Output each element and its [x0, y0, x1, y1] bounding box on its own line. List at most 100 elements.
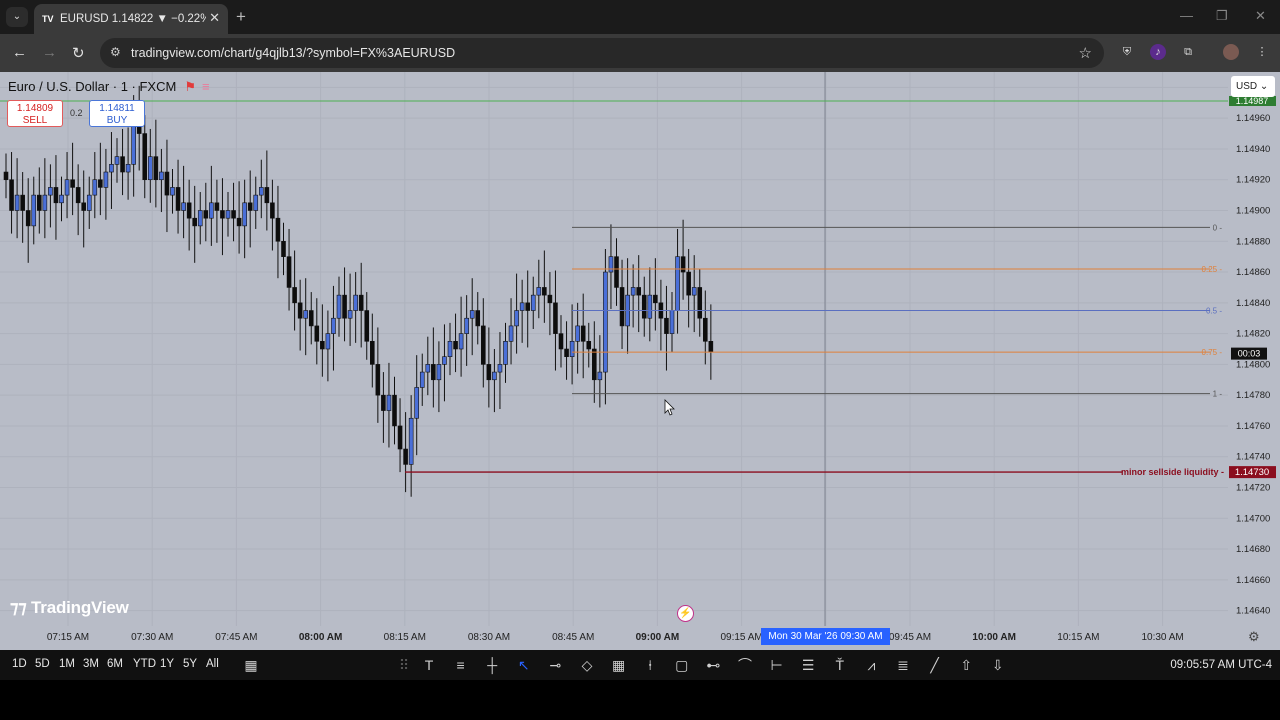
candle-body [641, 294, 647, 319]
candle-body [81, 202, 86, 211]
pattern-tool-icon[interactable]: ⩘ [860, 655, 882, 675]
price-axis-label: 1.14740 [1236, 452, 1270, 463]
text-anchor-icon[interactable]: Ť [829, 655, 851, 675]
bookmark-star-icon[interactable]: ☆ [1079, 44, 1092, 62]
text-tool-icon[interactable]: T [418, 655, 440, 675]
browser-toolbar: ← → ↻ ⚙ tradingview.com/chart/g4qjlb13/?… [0, 34, 1280, 72]
close-tab-icon[interactable]: ✕ [209, 10, 220, 26]
candle-body [381, 394, 386, 411]
address-bar[interactable]: ⚙ tradingview.com/chart/g4qjlb13/?symbol… [100, 38, 1104, 68]
grid-tool-icon[interactable]: ▦ [608, 655, 630, 675]
price-axis-label: 1.14640 [1236, 606, 1270, 617]
candle-body [109, 164, 114, 173]
candle-body [575, 325, 580, 342]
time-axis-label: 07:15 AM [47, 632, 89, 643]
timeframe-5d-button[interactable]: 5D [35, 658, 50, 670]
candle-body [597, 371, 603, 381]
candle-body [92, 179, 98, 196]
candle-body [164, 171, 170, 196]
pitchfork-icon[interactable]: ☰ [797, 655, 819, 675]
timeframe-5y-button[interactable]: 5Y [183, 658, 197, 670]
candle-body [469, 310, 475, 319]
sell-button[interactable]: 1.14809 SELL [7, 100, 63, 127]
buy-button[interactable]: 1.14811 BUY [89, 100, 145, 127]
clock: 09:05:57 AM UTC-4 [1170, 659, 1272, 671]
tv-logo-icon: ⁊⁊ [10, 598, 32, 617]
candle-body [270, 202, 275, 219]
shield-extension-icon[interactable]: ⛨ [1119, 44, 1135, 60]
candle-body [569, 341, 575, 357]
candle-body [408, 417, 414, 465]
candle-body [209, 202, 214, 219]
chevron-down-icon: ⌄ [1259, 81, 1269, 92]
profile-avatar[interactable] [1223, 44, 1239, 60]
candle-body [564, 348, 569, 357]
minimize-icon[interactable]: — [1180, 8, 1193, 23]
calendar-goto-date-icon[interactable]: ▦ [240, 655, 262, 675]
curve-tool-icon[interactable]: ⌒ [734, 655, 756, 675]
tab-search-button[interactable]: ⌄ [6, 7, 28, 27]
music-extension-icon[interactable]: ♪ [1150, 44, 1166, 60]
candle-body [258, 187, 264, 196]
time-axis-label: 10:00 AM [972, 632, 1016, 643]
price-axis-label: 1.14940 [1236, 144, 1270, 155]
bottom-toolbar: 1D 5D 1M 3M 6M YTD 1Y 5Y All ▦ ⠿ T ≡ ┼ ↖ ⊸ ◇ ▦ ⍿ ▢ ⊷ ⌒ ⊢ ☰ Ť ⩘ ≣… [0, 650, 1280, 680]
trendline-icon[interactable]: ╱ [924, 655, 946, 675]
parallel-channel-icon[interactable]: ≣ [892, 655, 914, 675]
timeframe-1y-button[interactable]: 1Y [160, 658, 174, 670]
close-window-icon[interactable]: ✕ [1255, 8, 1266, 24]
timeframe-6m-button[interactable]: 6M [107, 658, 123, 670]
mouse-cursor-icon [664, 399, 675, 416]
path-tool-icon[interactable]: ≡ [450, 655, 472, 675]
vertical-line-icon[interactable]: ⍿ [639, 655, 661, 675]
browser-menu-icon[interactable]: ⋮ [1254, 44, 1270, 60]
settings-gear-icon[interactable]: ⚙ [1248, 629, 1260, 645]
candle-body [20, 194, 25, 211]
price-chart[interactable]: 07:15 AM 07:30 AM 07:45 AM 08:00 AM 08:15 AM… [0, 72, 1280, 650]
timeframe-1m-button[interactable]: 1M [59, 658, 75, 670]
time-axis-label: 09:15 AM [720, 632, 762, 643]
measure-tool-icon[interactable]: ⊢ [766, 655, 788, 675]
new-tab-icon[interactable]: + [236, 7, 246, 27]
currency-select[interactable]: USD ⌄ [1231, 76, 1275, 97]
fib-tool-icon[interactable]: ◇ [576, 655, 598, 675]
candle-body [125, 164, 131, 173]
site-info-icon[interactable]: ⚙ [110, 45, 121, 59]
candle-body [314, 325, 320, 342]
timeframe-3m-button[interactable]: 3M [83, 658, 99, 670]
flag-icon[interactable]: ⚑ [184, 79, 196, 94]
arrow-up-icon[interactable]: ⇧ [955, 655, 977, 675]
forward-icon[interactable]: → [42, 44, 57, 61]
lightning-icon[interactable]: ⚡ [677, 605, 694, 622]
time-axis-label: 08:00 AM [299, 632, 343, 643]
candle-body [453, 341, 458, 350]
tradingview-logo[interactable]: ⁊⁊ TradingView [10, 598, 129, 618]
candle-body [170, 187, 175, 196]
browser-tab[interactable]: TV EURUSD 1.14822 ▼ −0.22% Un ✕ [34, 4, 228, 34]
candle-body [286, 256, 292, 288]
candle-body [691, 287, 697, 296]
reload-icon[interactable]: ↻ [72, 44, 85, 62]
back-icon[interactable]: ← [12, 44, 27, 61]
drag-handle-icon[interactable]: ⠿ [393, 655, 415, 675]
cursor-tool-icon[interactable]: ↖ [513, 655, 535, 675]
rectangle-tool-icon[interactable]: ▢ [671, 655, 693, 675]
candle-body [669, 310, 675, 334]
long-position-icon[interactable]: ⊷ [702, 655, 724, 675]
candle-body [36, 194, 42, 211]
maximize-icon[interactable]: ❐ [1216, 8, 1228, 24]
chart-pane[interactable]: 07:15 AM 07:30 AM 07:45 AM 08:00 AM 08:15 AM… [0, 72, 1280, 650]
candle-body [31, 194, 37, 227]
symbol-header[interactable]: Euro / U.S. Dollar · 1 · FXCM ⚑ ≡ [8, 79, 210, 95]
timeframe-1d-button[interactable]: 1D [12, 658, 27, 670]
tab-title: EURUSD 1.14822 ▼ −0.22% Un [60, 13, 206, 25]
candle-body [3, 171, 9, 181]
timeframe-all-button[interactable]: All [206, 658, 219, 670]
timeframe-ytd-button[interactable]: YTD [133, 658, 156, 670]
candle-body [331, 317, 336, 334]
extensions-puzzle-icon[interactable]: ⧉ [1180, 44, 1196, 60]
crosshair-tool-icon[interactable]: ┼ [481, 655, 503, 675]
arrow-down-icon[interactable]: ⇩ [987, 655, 1009, 675]
logo-text: TradingView [31, 598, 129, 617]
horizontal-ray-icon[interactable]: ⊸ [544, 655, 566, 675]
